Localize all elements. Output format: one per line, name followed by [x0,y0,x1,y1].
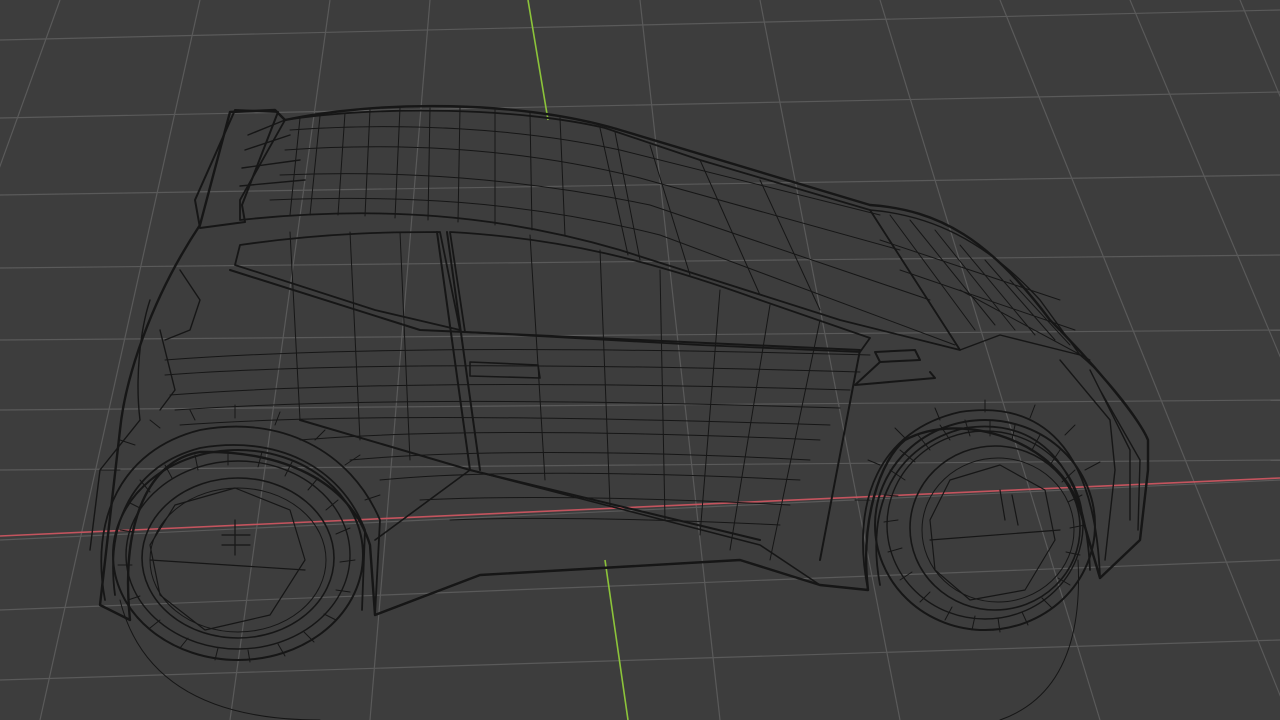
viewport-canvas[interactable] [0,0,1280,720]
3d-viewport[interactable] [0,0,1280,720]
